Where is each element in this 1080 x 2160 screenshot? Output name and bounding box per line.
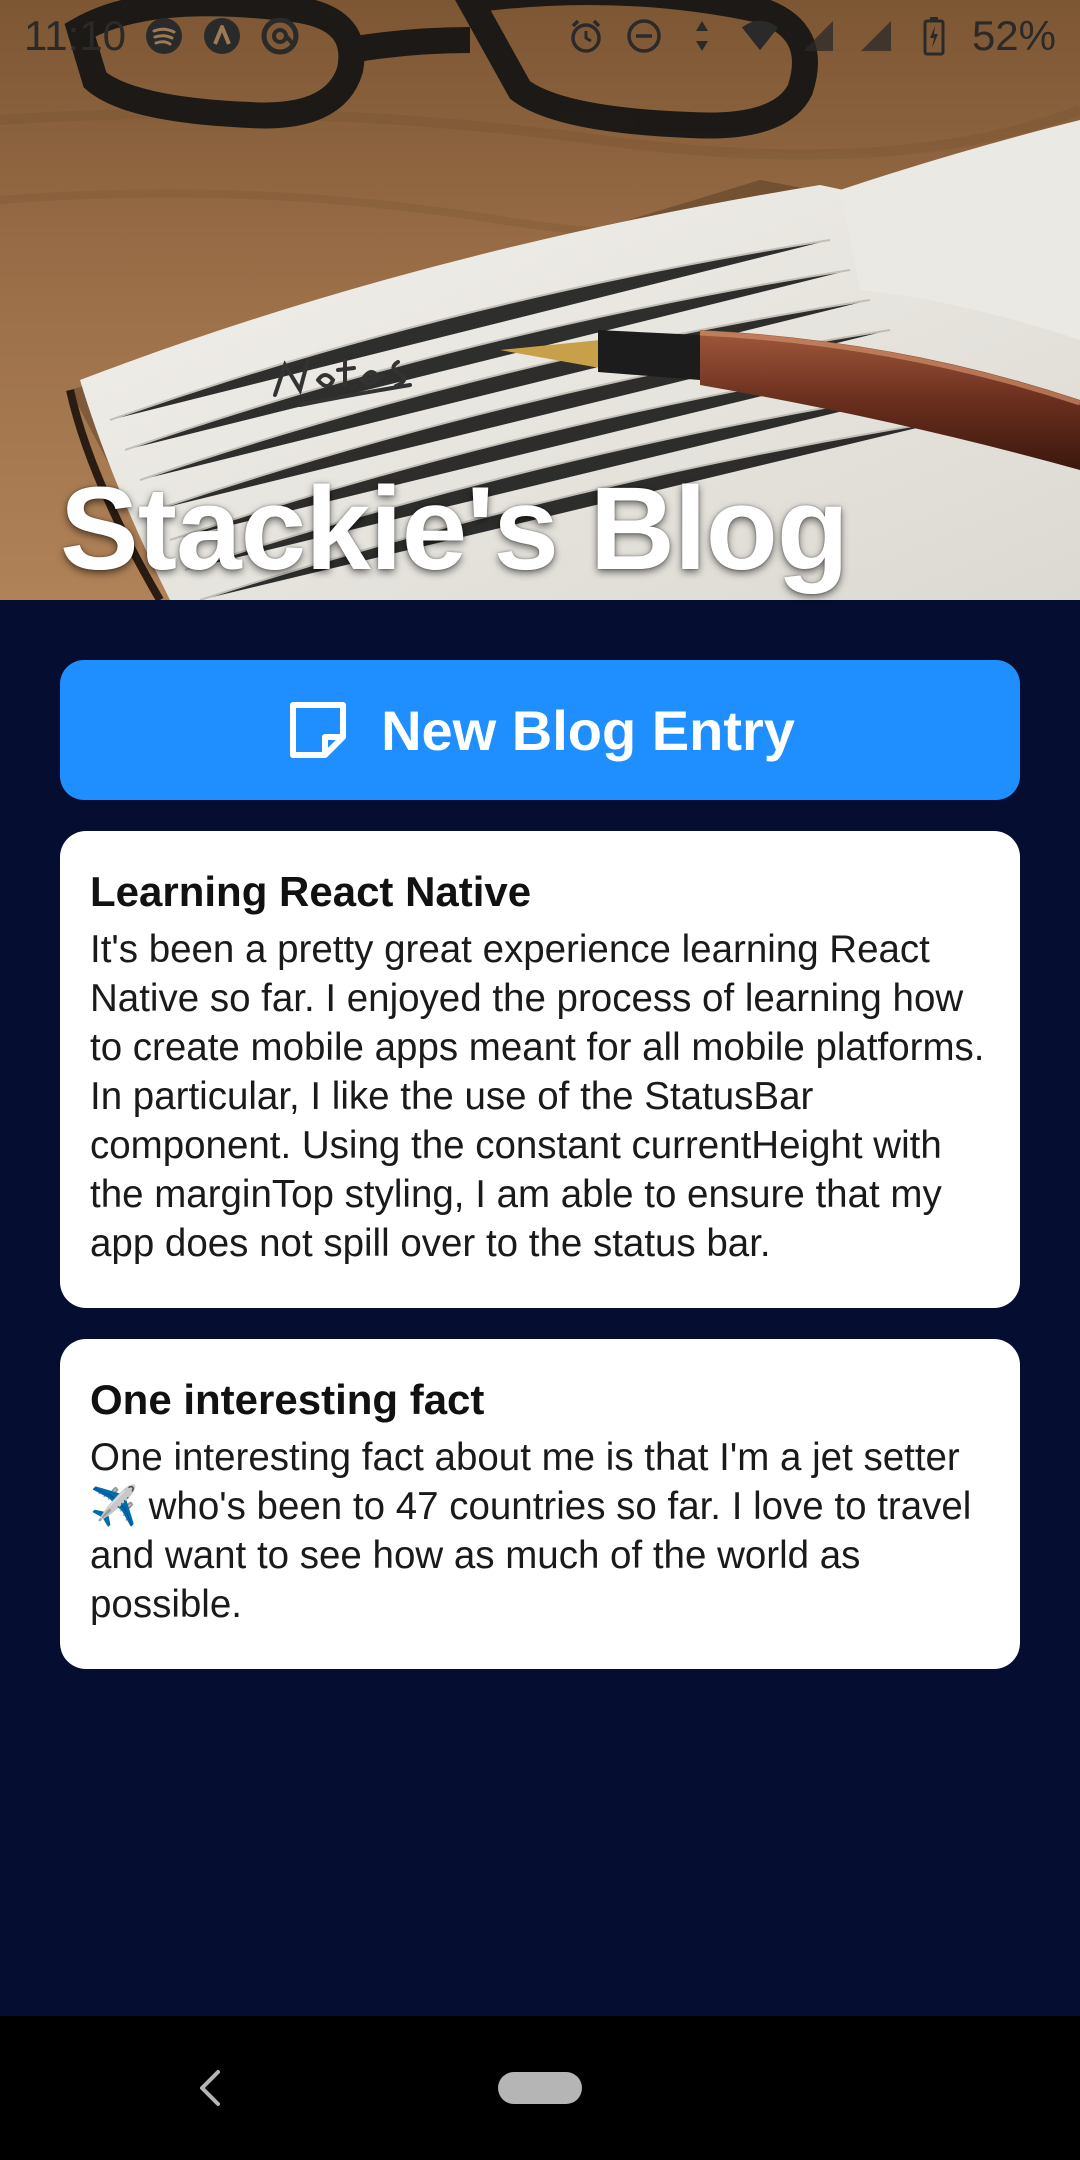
- post-body: One interesting fact about me is that I'…: [90, 1436, 972, 1626]
- status-left: 11:10: [24, 12, 300, 60]
- new-blog-entry-button[interactable]: New Blog Entry: [60, 660, 1020, 800]
- battery-percent: 52%: [971, 12, 1056, 59]
- back-icon[interactable]: [190, 2060, 230, 2116]
- status-right: 52%: [566, 12, 1056, 60]
- dnd-icon: [624, 16, 664, 56]
- home-pill-icon[interactable]: [498, 2072, 582, 2104]
- post-title: One interesting fact: [90, 1376, 485, 1423]
- blog-title: Stackie's Blog: [60, 463, 849, 595]
- data-arrows-icon: [682, 16, 722, 56]
- at-icon: [260, 16, 300, 56]
- post-body: It's been a pretty great experience lear…: [90, 928, 985, 1265]
- blog-post-card[interactable]: Learning React Native It's been a pretty…: [60, 831, 1020, 1308]
- main-content: New Blog Entry Learning React Native It'…: [60, 660, 1020, 1669]
- wifi-icon: [740, 16, 780, 56]
- status-time: 11:10: [24, 12, 126, 59]
- system-navigation-bar: [0, 2016, 1080, 2160]
- spotify-icon: [144, 16, 184, 56]
- a-icon: [202, 16, 242, 56]
- signal-icon: [798, 16, 838, 56]
- battery-charging-icon: [914, 16, 954, 56]
- sticky-note-icon: [285, 697, 351, 763]
- alarm-icon: [566, 16, 606, 56]
- status-bar: 11:10 52%: [0, 0, 1080, 72]
- signal-icon: [856, 16, 896, 56]
- new-blog-entry-label: New Blog Entry: [381, 698, 795, 762]
- app-screen: 11:10 52% Stackie's Blog New Blog Entry …: [0, 0, 1080, 2160]
- blog-post-card[interactable]: One interesting fact One interesting fac…: [60, 1339, 1020, 1669]
- post-title: Learning React Native: [90, 868, 532, 915]
